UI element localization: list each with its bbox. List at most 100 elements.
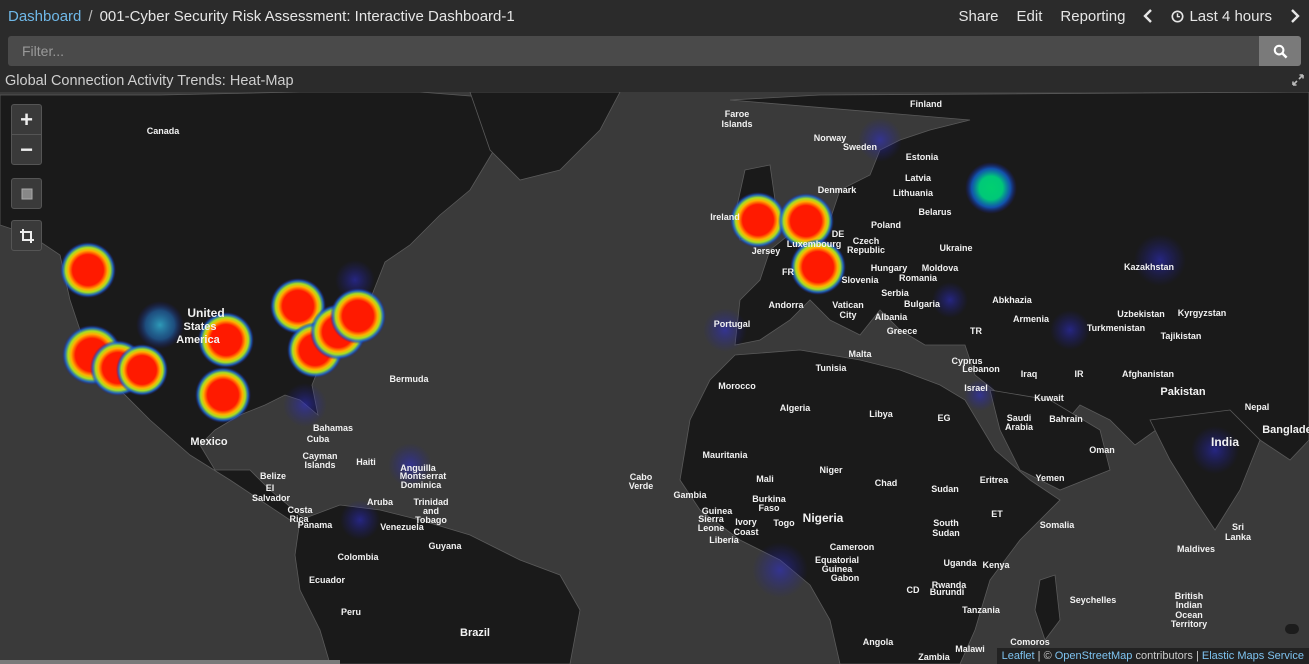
map-label: Indian (1176, 600, 1203, 610)
map-label: City (839, 310, 856, 320)
map-label: Poland (871, 220, 901, 230)
map-label: Bulgaria (904, 299, 941, 309)
map-label: Libya (869, 409, 894, 419)
map-canvas[interactable]: Canada United States America Mexico Berm… (0, 92, 1309, 664)
map-label: Peru (341, 607, 361, 617)
heat-point (858, 118, 902, 162)
map-label: Lebanon (962, 364, 1000, 374)
map-label: Nepal (1245, 402, 1270, 412)
fit-bounds-control (11, 220, 42, 251)
map-label: Denmark (818, 185, 858, 195)
map-label: DE (832, 229, 845, 239)
time-picker-button[interactable]: Last 4 hours (1162, 0, 1281, 32)
map-label: Andorra (768, 300, 804, 310)
zoom-out-button[interactable]: − (12, 134, 41, 164)
top-menu: Share Edit Reporting Last 4 hours (950, 0, 1309, 32)
map-label: Ecuador (309, 575, 346, 585)
map-label: Finland (910, 99, 942, 109)
map-label: Estonia (906, 152, 940, 162)
heat-point (195, 367, 251, 423)
time-forward-button[interactable] (1281, 0, 1309, 32)
heat-map[interactable]: Canada United States America Mexico Berm… (0, 92, 1309, 664)
search-icon (1273, 44, 1287, 58)
map-label: Eritrea (980, 475, 1010, 485)
reporting-button[interactable]: Reporting (1051, 0, 1134, 32)
map-label: IR (1075, 369, 1085, 379)
map-label: Lanka (1225, 532, 1252, 542)
map-scroll-indicator (1285, 624, 1299, 634)
share-button[interactable]: Share (950, 0, 1008, 32)
draw-rectangle-button[interactable] (12, 179, 41, 208)
map-label: Ireland (710, 212, 740, 222)
attribution-sep: | © (1034, 650, 1055, 662)
map-label: Serbia (881, 288, 910, 298)
map-label: Ukraine (939, 243, 972, 253)
map-label: Jersey (752, 246, 781, 256)
map-label: Niger (819, 465, 843, 475)
draw-rectangle-control (11, 178, 42, 209)
osm-link[interactable]: OpenStreetMap (1055, 650, 1133, 662)
zoom-control: + − (11, 104, 42, 165)
map-label: Romania (899, 273, 938, 283)
fit-data-bounds-button[interactable] (12, 221, 41, 250)
heat-point (1050, 310, 1090, 350)
map-label: Mauritania (702, 450, 748, 460)
zoom-in-button[interactable]: + (12, 105, 41, 134)
map-label: Zambia (918, 652, 951, 662)
map-label: South (933, 518, 959, 528)
map-label: Armenia (1013, 314, 1050, 324)
search-button[interactable] (1259, 36, 1301, 66)
map-label: States (183, 321, 216, 333)
map-label: ET (991, 509, 1003, 519)
map-label: Colombia (337, 552, 379, 562)
map-label: Pakistan (1160, 386, 1206, 398)
map-label: Afghanistan (1122, 369, 1174, 379)
time-back-button[interactable] (1134, 0, 1162, 32)
map-label: Israel (964, 383, 988, 393)
map-label: Tanzania (962, 605, 1001, 615)
map-label: Kuwait (1034, 393, 1064, 403)
leaflet-link[interactable]: Leaflet (1002, 650, 1035, 662)
map-label: Slovenia (841, 275, 879, 285)
expand-panel-icon[interactable] (1292, 74, 1304, 86)
map-label: Salvador (252, 493, 291, 503)
filter-bar (8, 36, 1301, 66)
map-label: Tajikistan (1161, 331, 1202, 341)
breadcrumb-dashboard-link[interactable]: Dashboard (8, 8, 81, 25)
heat-point (1134, 234, 1186, 286)
map-label: Turkmenistan (1087, 323, 1145, 333)
filter-input[interactable] (8, 36, 1259, 66)
map-label: Maldives (1177, 544, 1215, 554)
heat-point (1191, 426, 1239, 474)
map-label: Territory (1171, 619, 1207, 629)
map-label: Sudan (932, 528, 960, 538)
horizontal-scrollbar[interactable] (0, 660, 340, 664)
heat-point (752, 542, 808, 598)
map-label: Uganda (943, 558, 977, 568)
map-label: Albania (875, 312, 909, 322)
map-label: Latvia (905, 173, 932, 183)
map-label: CD (907, 585, 920, 595)
map-label: Angola (863, 637, 894, 647)
clock-icon (1171, 9, 1184, 23)
map-label: Coast (733, 527, 758, 537)
map-label: Republic (847, 245, 885, 255)
map-label: Iraq (1021, 369, 1038, 379)
map-label: Portugal (714, 319, 751, 329)
map-label: Kazakhstan (1124, 262, 1174, 272)
map-label: Morocco (718, 381, 756, 391)
map-label: Lithuania (893, 188, 934, 198)
map-label: Burundi (930, 587, 965, 597)
heat-point (330, 288, 386, 344)
map-label: Gabon (831, 573, 860, 583)
map-label: Faroe (725, 109, 750, 119)
map-label: Seychelles (1070, 595, 1117, 605)
map-label: United (187, 306, 224, 320)
square-icon (21, 188, 32, 199)
map-label: Venezuela (380, 522, 425, 532)
edit-button[interactable]: Edit (1008, 0, 1052, 32)
map-label: Vatican (832, 300, 864, 310)
ems-link[interactable]: Elastic Maps Service (1202, 650, 1304, 662)
dashboard-title: 001-Cyber Security Risk Assessment: Inte… (99, 7, 515, 25)
map-label: Aruba (367, 497, 394, 507)
